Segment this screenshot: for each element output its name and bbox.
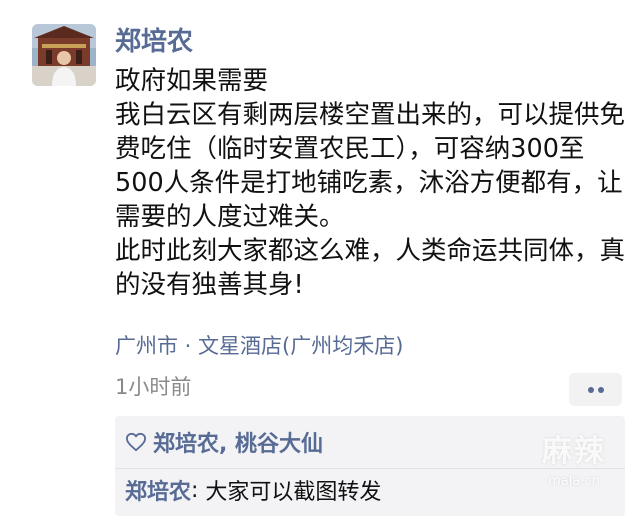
more-actions-button[interactable] bbox=[569, 373, 622, 406]
likes-names[interactable]: 郑培农, 桃谷大仙 bbox=[153, 426, 323, 458]
watermark-logo: 麻辣 mala.cn bbox=[531, 432, 617, 512]
post-timestamp: 1小时前 bbox=[115, 375, 192, 399]
comment-author[interactable]: 郑培农 bbox=[125, 474, 191, 506]
post-location[interactable]: 广州市 · 文星酒店(广州均禾店) bbox=[115, 330, 403, 362]
post-author-name[interactable]: 郑培农 bbox=[115, 24, 193, 60]
likes-row: 郑培农, 桃谷大仙 bbox=[125, 424, 323, 460]
interactions-panel: 郑培农, 桃谷大仙 郑培农 : 大家可以截图转发 麻辣 mala.cn bbox=[115, 416, 625, 516]
comment-item[interactable]: 郑培农 : 大家可以截图转发 bbox=[125, 472, 381, 508]
avatar-photo-icon bbox=[32, 24, 96, 86]
more-dots-icon bbox=[598, 387, 604, 393]
watermark-main-text: 麻辣 bbox=[542, 434, 606, 469]
comment-separator: : bbox=[191, 477, 206, 503]
post-body-text: 政府如果需要 我白云区有剩两层楼空置出来的，可以提供免费吃住（临时安置农民工），… bbox=[115, 66, 626, 300]
heart-icon bbox=[126, 432, 146, 452]
more-dots-icon bbox=[588, 387, 594, 393]
avatar[interactable] bbox=[32, 24, 96, 86]
comment-text: 大家可以截图转发 bbox=[205, 480, 382, 505]
watermark-sub-text: mala.cn bbox=[548, 474, 600, 489]
